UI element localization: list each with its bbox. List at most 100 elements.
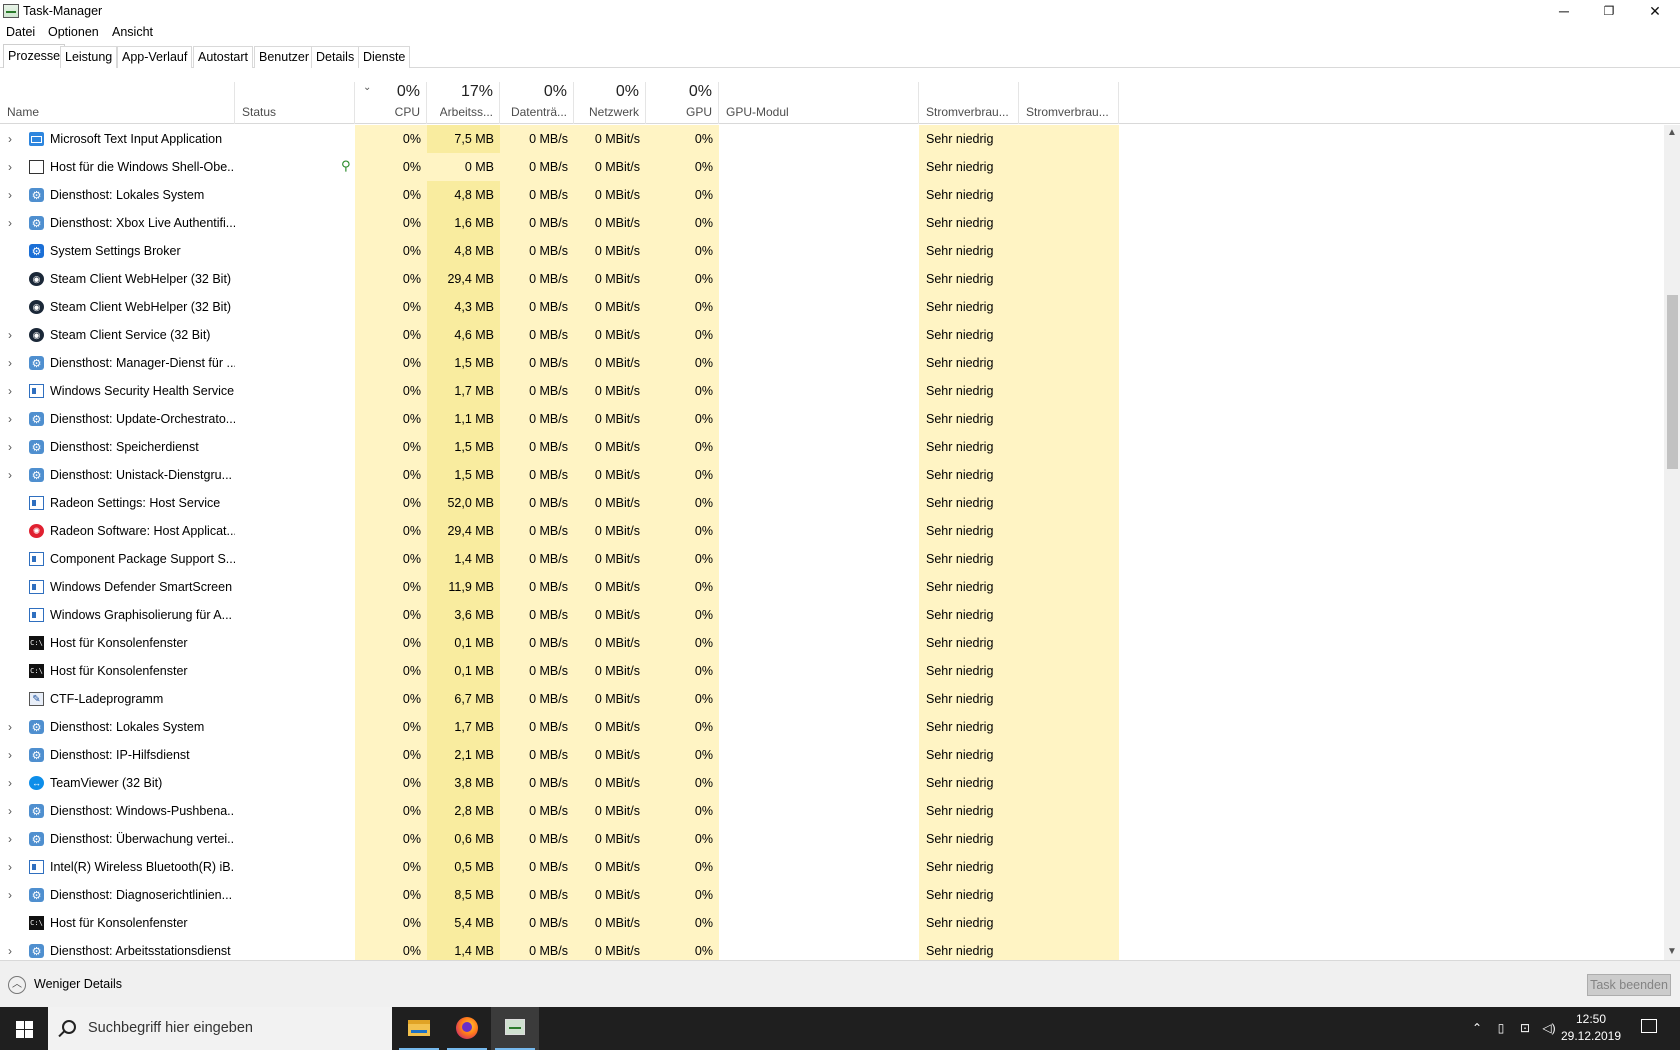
header-memory[interactable]: 17% Arbeitss... xyxy=(427,82,500,124)
header-gpu[interactable]: 0% GPU xyxy=(646,82,719,124)
process-row[interactable]: › ⚙ Diensthost: Unistack-Dienstgru... 0% 1,5… xyxy=(0,461,1664,489)
process-row[interactable]: › ⚙ Diensthost: Diagnoserichtlinien... 0% 8,… xyxy=(0,881,1664,909)
network-value: 0 MBit/s xyxy=(574,853,646,881)
header-name[interactable]: Name xyxy=(0,82,235,124)
start-button[interactable] xyxy=(0,1007,48,1050)
menu-ansicht[interactable]: Ansicht xyxy=(112,25,153,39)
expand-chevron-icon[interactable]: › xyxy=(8,405,18,433)
restore-button[interactable]: ❐ xyxy=(1586,0,1632,22)
end-task-button[interactable]: Task beenden xyxy=(1587,974,1671,996)
scrollbar-thumb[interactable] xyxy=(1667,295,1678,469)
process-row[interactable]: ✺ Radeon Software: Host Applicat... 0% 29,4… xyxy=(0,517,1664,545)
process-table: › Microsoft Text Input Application 0% 7,5 M… xyxy=(0,125,1664,960)
header-cpu[interactable]: ⌄ 0% CPU xyxy=(355,82,427,124)
tab-prozesse[interactable]: Prozesse xyxy=(3,44,66,68)
taskbar-file-explorer[interactable] xyxy=(395,1007,443,1050)
process-row[interactable]: › ⚙ Diensthost: Lokales System 0% 1,7 MB 0 MB… xyxy=(0,713,1664,741)
header-power-trend[interactable]: Stromverbrau... xyxy=(1019,82,1119,124)
process-row[interactable]: ◉ Steam Client WebHelper (32 Bit) 0% 4,3 MB… xyxy=(0,293,1664,321)
process-row[interactable]: › ↔ TeamViewer (32 Bit) 0% 3,8 MB 0 MB/s 0 MBi… xyxy=(0,769,1664,797)
process-row[interactable]: Component Package Support S... 0% 1,4 MB 0 … xyxy=(0,545,1664,573)
expand-chevron-icon[interactable]: › xyxy=(8,153,18,181)
taskbar-task-manager[interactable] xyxy=(491,1007,539,1050)
process-row[interactable]: ⚙ System Settings Broker 0% 4,8 MB 0 MB/s 0 M… xyxy=(0,237,1664,265)
tab-dienste[interactable]: Dienste xyxy=(358,46,411,68)
teamviewer-icon: ↔ xyxy=(29,776,44,790)
expand-chevron-icon[interactable]: › xyxy=(8,937,18,960)
tab-details[interactable]: Details xyxy=(311,46,360,68)
process-row[interactable]: Radeon Settings: Host Service 0% 52,0 MB 0 … xyxy=(0,489,1664,517)
minimize-button[interactable]: ─ xyxy=(1541,0,1587,22)
header-disk[interactable]: 0% Datenträ... xyxy=(500,82,574,124)
notification-center-icon[interactable] xyxy=(1641,1019,1657,1033)
tab-bar: Prozesse Leistung App-Verlauf Autostart … xyxy=(0,44,1680,68)
menu-datei[interactable]: Datei xyxy=(6,25,35,39)
process-row[interactable]: C:\ Host für Konsolenfenster 0% 0,1 MB 0 MB/… xyxy=(0,657,1664,685)
process-row[interactable]: › ⚙ Diensthost: Manager-Dienst für ... 0% 1,… xyxy=(0,349,1664,377)
tab-autostart[interactable]: Autostart xyxy=(193,46,254,68)
cpu-value: 0% xyxy=(355,881,427,909)
scroll-up-icon[interactable]: ▲ xyxy=(1664,125,1680,141)
tray-tablet-icon[interactable]: ▯ xyxy=(1490,1007,1512,1050)
process-row[interactable]: › ⚙ Diensthost: Überwachung vertei... 0% 0,6… xyxy=(0,825,1664,853)
process-row[interactable]: › ⚙ Diensthost: Windows-Pushbena... 0% 2,8 M… xyxy=(0,797,1664,825)
process-row[interactable]: C:\ Host für Konsolenfenster 0% 0,1 MB 0 MB/… xyxy=(0,629,1664,657)
expand-chevron-icon[interactable]: › xyxy=(8,349,18,377)
gpu-engine-value xyxy=(719,321,919,349)
expand-chevron-icon[interactable]: › xyxy=(8,713,18,741)
scroll-down-icon[interactable]: ▼ xyxy=(1664,944,1680,960)
process-row[interactable]: ✎ CTF-Ladeprogramm 0% 6,7 MB 0 MB/s 0 MBit/s 0… xyxy=(0,685,1664,713)
expand-chevron-icon[interactable]: › xyxy=(8,181,18,209)
process-row[interactable]: › Host für die Windows Shell-Obe... ⚲ 0% 0 M… xyxy=(0,153,1664,181)
expand-chevron-icon[interactable]: › xyxy=(8,853,18,881)
network-value: 0 MBit/s xyxy=(574,937,646,960)
process-row[interactable]: C:\ Host für Konsolenfenster 0% 5,4 MB 0 MB/… xyxy=(0,909,1664,937)
process-row[interactable]: Windows Defender SmartScreen 0% 11,9 MB 0 M… xyxy=(0,573,1664,601)
process-row[interactable]: › Intel(R) Wireless Bluetooth(R) iB... 0% 0… xyxy=(0,853,1664,881)
process-row[interactable]: › ⚙ Diensthost: Lokales System 0% 4,8 MB 0 MB… xyxy=(0,181,1664,209)
process-row[interactable]: › ⚙ Diensthost: Xbox Live Authentifi... 0% 1… xyxy=(0,209,1664,237)
header-gpu-engine[interactable]: GPU-Modul xyxy=(719,82,919,124)
process-row[interactable]: › Windows Security Health Service 0% 1,7 MB… xyxy=(0,377,1664,405)
taskbar-firefox[interactable] xyxy=(443,1007,491,1050)
process-row[interactable]: Windows Graphisolierung für A... 0% 3,6 MB… xyxy=(0,601,1664,629)
expand-chevron-icon[interactable]: › xyxy=(8,433,18,461)
network-value: 0 MBit/s xyxy=(574,601,646,629)
process-row[interactable]: › ⚙ Diensthost: Update-Orchestrato... 0% 1,1… xyxy=(0,405,1664,433)
process-row[interactable]: › ⚙ Diensthost: IP-Hilfsdienst 0% 2,1 MB 0 MB… xyxy=(0,741,1664,769)
process-row[interactable]: › ⚙ Diensthost: Arbeitsstationsdienst 0% 1,4… xyxy=(0,937,1664,960)
chevron-up-icon[interactable]: ︿ xyxy=(8,976,26,994)
expand-chevron-icon[interactable]: › xyxy=(8,209,18,237)
tab-app-verlauf[interactable]: App-Verlauf xyxy=(117,46,193,68)
taskbar-clock[interactable]: 12:50 29.12.2019 xyxy=(1551,1011,1631,1045)
expand-chevron-icon[interactable]: › xyxy=(8,769,18,797)
process-row[interactable]: › ⚙ Diensthost: Speicherdienst 0% 1,5 MB 0 MB… xyxy=(0,433,1664,461)
expand-chevron-icon[interactable]: › xyxy=(8,377,18,405)
taskbar-search-box[interactable]: Suchbegriff hier eingeben xyxy=(48,1007,392,1050)
tray-overflow-chevron-icon[interactable]: ⌃ xyxy=(1465,1007,1489,1050)
steam-icon: ◉ xyxy=(29,328,44,342)
process-row[interactable]: › ◉ Steam Client Service (32 Bit) 0% 4,6 MB 0… xyxy=(0,321,1664,349)
header-status[interactable]: Status xyxy=(235,82,355,124)
tab-leistung[interactable]: Leistung xyxy=(60,46,118,68)
network-value: 0 MBit/s xyxy=(574,489,646,517)
task-manager-taskbar-icon xyxy=(505,1019,525,1035)
process-row[interactable]: ◉ Steam Client WebHelper (32 Bit) 0% 29,4 M… xyxy=(0,265,1664,293)
menu-optionen[interactable]: Optionen xyxy=(48,25,99,39)
expand-chevron-icon[interactable]: › xyxy=(8,125,18,153)
expand-chevron-icon[interactable]: › xyxy=(8,881,18,909)
cpu-value: 0% xyxy=(355,181,427,209)
expand-chevron-icon[interactable]: › xyxy=(8,321,18,349)
header-power[interactable]: Stromverbrau... xyxy=(919,82,1019,124)
expand-chevron-icon[interactable]: › xyxy=(8,825,18,853)
expand-chevron-icon[interactable]: › xyxy=(8,741,18,769)
header-network[interactable]: 0% Netzwerk xyxy=(574,82,646,124)
close-button[interactable]: ✕ xyxy=(1632,0,1678,22)
expand-chevron-icon[interactable]: › xyxy=(8,797,18,825)
fewer-details-link[interactable]: Weniger Details xyxy=(34,977,122,991)
process-row[interactable]: › Microsoft Text Input Application 0% 7,5 M… xyxy=(0,125,1664,153)
expand-chevron-icon[interactable]: › xyxy=(8,461,18,489)
tray-network-icon[interactable]: ⊡ xyxy=(1514,1007,1536,1050)
vertical-scrollbar[interactable]: ▲ ▼ xyxy=(1664,125,1680,960)
tab-benutzer[interactable]: Benutzer xyxy=(254,46,315,68)
